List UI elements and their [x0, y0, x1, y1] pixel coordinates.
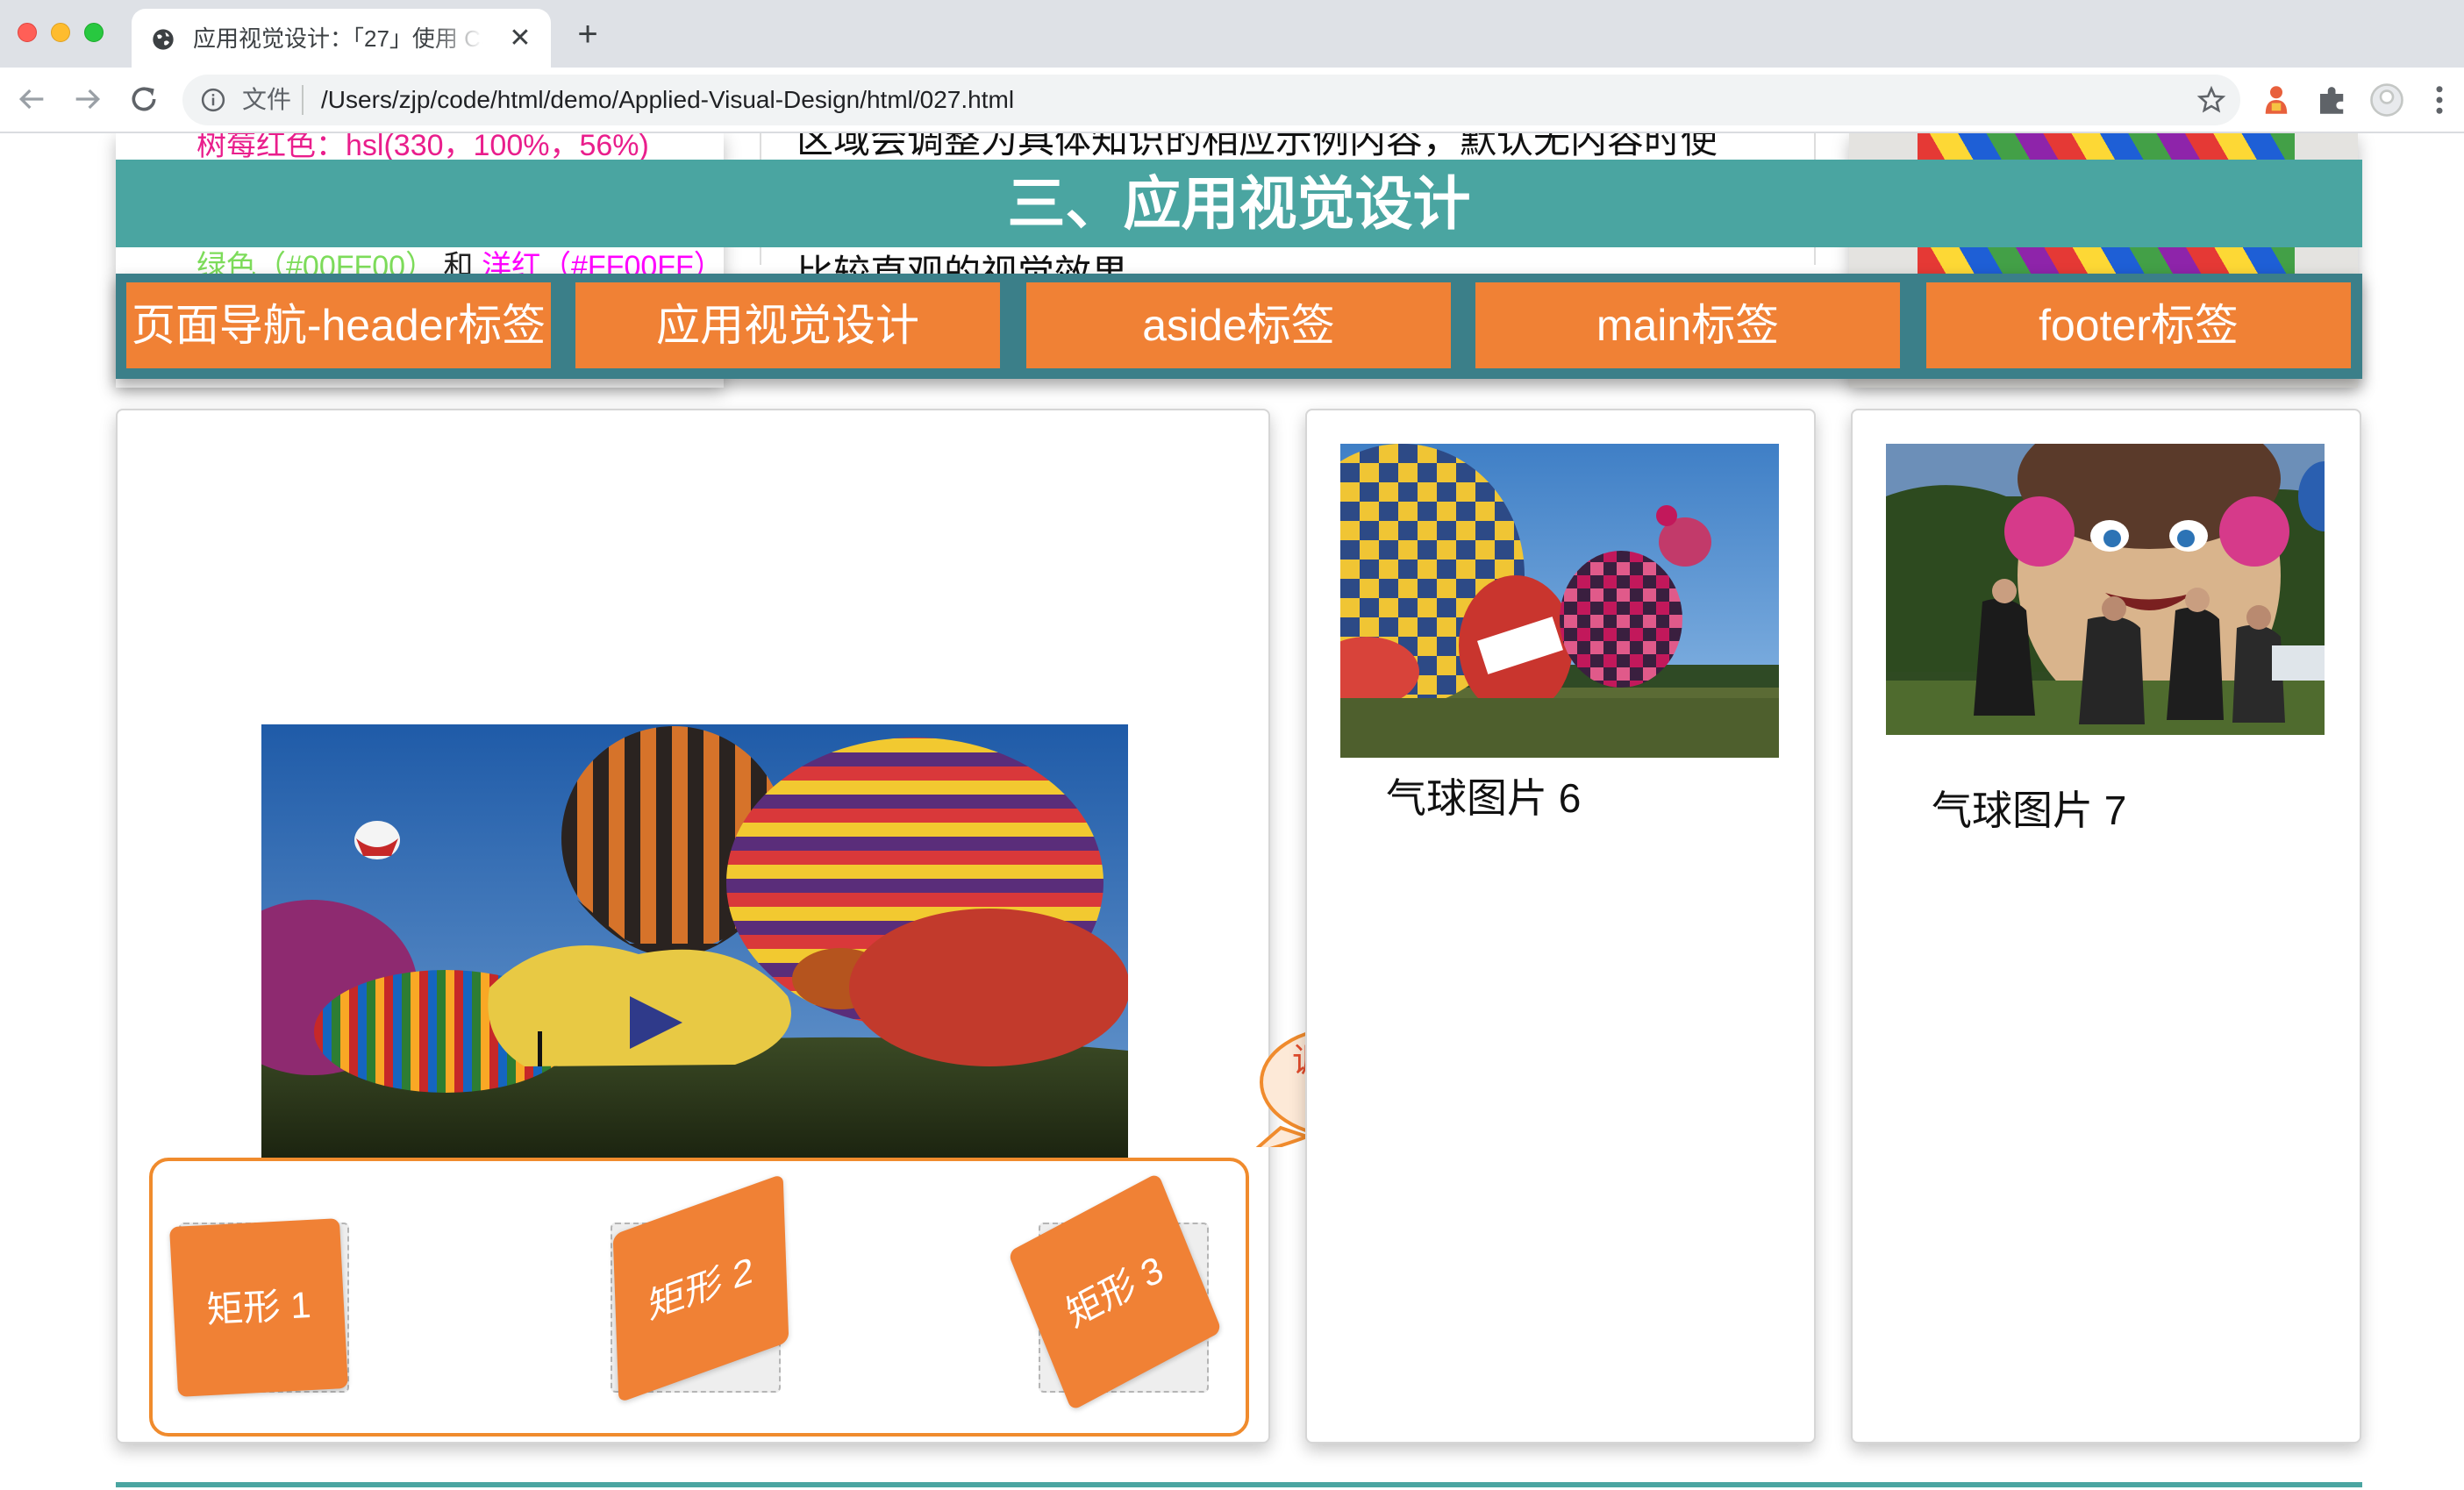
rainbow-stripe-top — [1918, 133, 2295, 161]
balloon-photo-7 — [1886, 444, 2325, 735]
extension-person-icon[interactable] — [2258, 82, 2295, 118]
card-6-caption: 气球图片 6 — [1386, 775, 1582, 821]
url-separator — [302, 85, 304, 115]
profile-avatar-icon[interactable] — [2368, 82, 2405, 118]
globe-icon — [153, 29, 174, 50]
address-bar[interactable]: 文件 /Users/zjp/code/html/demo/Applied-Vis… — [182, 75, 2240, 125]
aside-card-6: 气球图片 6 — [1305, 409, 1816, 1444]
url-text[interactable]: /Users/zjp/code/html/demo/Applied-Visual… — [321, 85, 1014, 115]
browser-tab-strip: 应用视觉设计：「27」使用 CSS ✕ + — [0, 0, 2464, 68]
window-minimize-button[interactable] — [51, 23, 70, 42]
header-nav: 页面导航-header标签 应用视觉设计 aside标签 main标签 foot… — [116, 274, 2362, 379]
balloon-field-photo — [261, 724, 1128, 1158]
new-tab-button[interactable]: + — [572, 17, 604, 52]
scrolled-paragraph-top: 区域会调整为具体知识的相应示例内容，默认无内容时使 — [796, 133, 1718, 160]
tab-close-icon[interactable]: ✕ — [507, 25, 533, 52]
rect-1[interactable]: 矩形 1 — [169, 1218, 348, 1397]
nav-item-footer[interactable]: footer标签 — [1926, 282, 2351, 368]
balloon-photo-6 — [1340, 444, 1779, 758]
page-viewport: 树莓红色：hsl(330，100%，56%) 绿色（#00FF00） 和 洋红（… — [0, 133, 2464, 1490]
reload-icon[interactable] — [126, 82, 161, 117]
nav-item-main[interactable]: main标签 — [1475, 282, 1900, 368]
rainbow-stripe-bottom — [1918, 246, 2295, 274]
rect-container: 矩形 1 矩形 2 矩形 3 — [149, 1158, 1249, 1437]
info-icon[interactable] — [200, 87, 226, 113]
back-arrow-icon[interactable] — [14, 82, 49, 117]
section-title: 三、应用视觉设计 — [116, 160, 2362, 247]
tab-title: 应用视觉设计：「27」使用 CSS — [193, 25, 482, 52]
nav-item-header[interactable]: 页面导航-header标签 — [126, 282, 551, 368]
extensions-puzzle-icon[interactable] — [2314, 82, 2351, 118]
more-menu-icon[interactable] — [2421, 82, 2458, 118]
nav-item-aside[interactable]: aside标签 — [1026, 282, 1451, 368]
raspberry-color-text: 树莓红色：hsl(330，100%，56%) — [196, 133, 649, 162]
card-7-caption: 气球图片 7 — [1932, 788, 2127, 833]
window-close-button[interactable] — [18, 23, 37, 42]
bookmark-star-icon[interactable] — [2196, 85, 2226, 115]
browser-toolbar: 文件 /Users/zjp/code/html/demo/Applied-Vis… — [0, 68, 2464, 133]
nav-item-applied-visual-design[interactable]: 应用视觉设计 — [575, 282, 1000, 368]
url-scheme-label: 文件 — [242, 86, 292, 113]
footer-edge — [116, 1482, 2362, 1487]
window-zoom-button[interactable] — [84, 23, 104, 42]
aside-card-7: 气球图片 7 — [1851, 409, 2361, 1444]
browser-tab[interactable]: 应用视觉设计：「27」使用 CSS ✕ — [132, 9, 551, 68]
main-card: 调整后 效果 矩形 1 矩形 2 矩形 3 — [116, 409, 1428, 1444]
forward-arrow-icon[interactable] — [70, 82, 105, 117]
